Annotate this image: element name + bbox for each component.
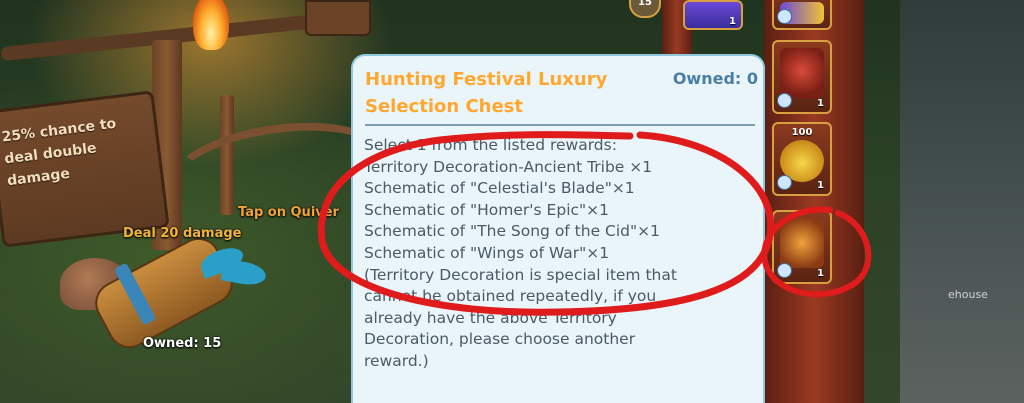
tap-hint: Tap on Quiver [238,205,339,220]
description-line: already have the above Territory [364,308,617,327]
tooltip-description: Select 1 from the listed rewards: Territ… [364,135,764,373]
speed-up-slot[interactable]: 1 [683,0,743,30]
roof-decoration-slot[interactable]: 1 [772,40,832,114]
treasure-chest-icon [780,218,824,268]
speed-up-item-slot[interactable] [772,0,832,30]
campfire-icon [193,0,229,50]
lock-icon [777,263,792,278]
deal-damage-label: Deal 20 damage [123,226,242,241]
lock-icon [777,175,792,190]
tooltip-owned-count: Owned: 0 [672,69,758,88]
tooltip-title: Hunting Festival Luxury Selection Chest [365,69,608,117]
lock-icon [777,9,792,24]
potion-slot[interactable]: 100 1 [772,122,832,196]
description-line: reward.) [364,351,429,370]
description-line: Schematic of "The Song of the Cid"×1 [364,222,660,241]
description-line: (Territory Decoration is special item th… [364,265,677,284]
tooltip-divider [365,124,755,126]
description-line: Select 1 from the listed rewards: [364,136,617,154]
level-badge: 15 [629,0,661,18]
lock-icon [777,93,792,108]
description-line: Schematic of "Homer's Epic"×1 [364,200,609,219]
building-wall [900,0,1024,403]
wooden-sign-top [305,0,371,36]
description-line: Schematic of "Wings of War"×1 [364,243,610,262]
treasure-chest-slot[interactable]: 1 [772,210,832,284]
roof-decoration-icon [780,48,824,98]
description-line: Schematic of "Celestial's Blade"×1 [364,179,635,198]
quiver-owned-count: Owned: 15 [143,336,222,351]
description-line: Territory Decoration-Ancient Tribe ×1 [364,157,653,176]
description-line: cannot be obtained repeatedly, if you [364,287,657,306]
description-line: Decoration, please choose another [364,330,636,349]
house-label: ehouse [948,288,988,301]
